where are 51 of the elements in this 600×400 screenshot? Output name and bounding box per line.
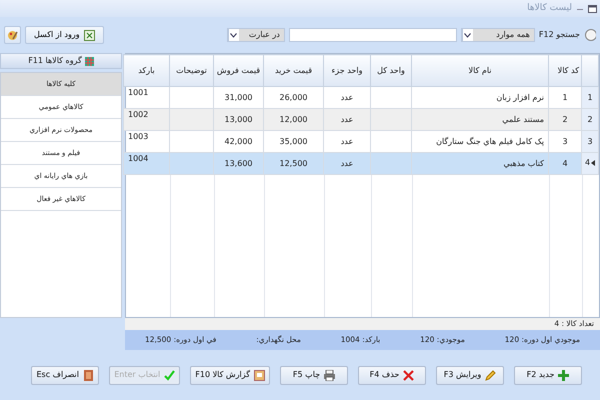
current-row-icon — [591, 160, 596, 166]
table-cell: 13,600 — [214, 152, 264, 174]
action-button[interactable]: جديد F2 — [514, 366, 582, 384]
palette-button[interactable] — [4, 26, 21, 44]
pencil-icon — [485, 370, 496, 380]
table-cell: 4 — [548, 152, 582, 174]
action-button[interactable]: انصراف Esc — [31, 366, 100, 384]
column-header[interactable]: قيمت فروش — [214, 54, 264, 86]
action-button[interactable]: ويرايش F3 — [436, 366, 504, 384]
door-icon — [82, 370, 94, 380]
window-icon — [588, 4, 597, 12]
grid-icon — [84, 56, 94, 66]
column-header[interactable]: کد کالا — [548, 54, 582, 86]
table-cell: 12,500 — [264, 152, 324, 174]
table-cell: عدد — [324, 108, 370, 130]
column-header[interactable]: توضيحات — [170, 54, 214, 86]
search-label: جستجو F12 — [538, 29, 580, 41]
action-button[interactable]: چاپ F5 — [280, 366, 348, 384]
action-button[interactable]: گزارش کالا F10 — [190, 366, 270, 384]
search-field[interactable] — [288, 28, 457, 42]
table-cell: 12,000 — [264, 108, 324, 130]
group-header[interactable]: گروه کالاها F11 — [0, 53, 122, 69]
table-cell: عدد — [324, 152, 370, 174]
table-cell: کتاب مذهبي — [412, 152, 548, 174]
match-dropdown[interactable]: در عبارت — [226, 28, 285, 42]
table-cell: 13,000 — [214, 108, 264, 130]
column-header[interactable]: واحد کل — [370, 54, 412, 86]
check-icon — [164, 370, 176, 380]
close-icon — [403, 370, 414, 380]
row-indicator: 1 — [582, 86, 598, 108]
table-cell: مستند علمي — [412, 108, 548, 130]
search-icon — [584, 28, 596, 42]
palette-icon — [7, 30, 18, 40]
column-header[interactable]: بارکد — [124, 54, 170, 86]
column-header[interactable]: نام کالا — [412, 54, 548, 86]
action-button[interactable]: حذف F4 — [358, 366, 426, 384]
table-cell: 1004 — [124, 152, 170, 174]
table-cell: 2 — [548, 108, 582, 130]
import-excel-button[interactable]: ورود از اکسل — [25, 26, 104, 44]
column-header[interactable]: واحد جزء — [324, 54, 370, 86]
row-indicator: 2 — [582, 108, 598, 130]
plus-icon — [558, 370, 570, 380]
row-indicator: 4 — [582, 152, 598, 174]
column-header[interactable]: قيمت خريد — [264, 54, 324, 86]
spreadsheet-icon — [84, 30, 95, 40]
row-indicator: 3 — [582, 130, 598, 152]
table-cell: 1002 — [124, 108, 170, 130]
report-icon — [254, 370, 265, 380]
printer-icon — [324, 370, 336, 380]
scope-dropdown[interactable]: همه موارد — [460, 28, 535, 42]
window-title: ليست کالاها — [527, 2, 572, 15]
